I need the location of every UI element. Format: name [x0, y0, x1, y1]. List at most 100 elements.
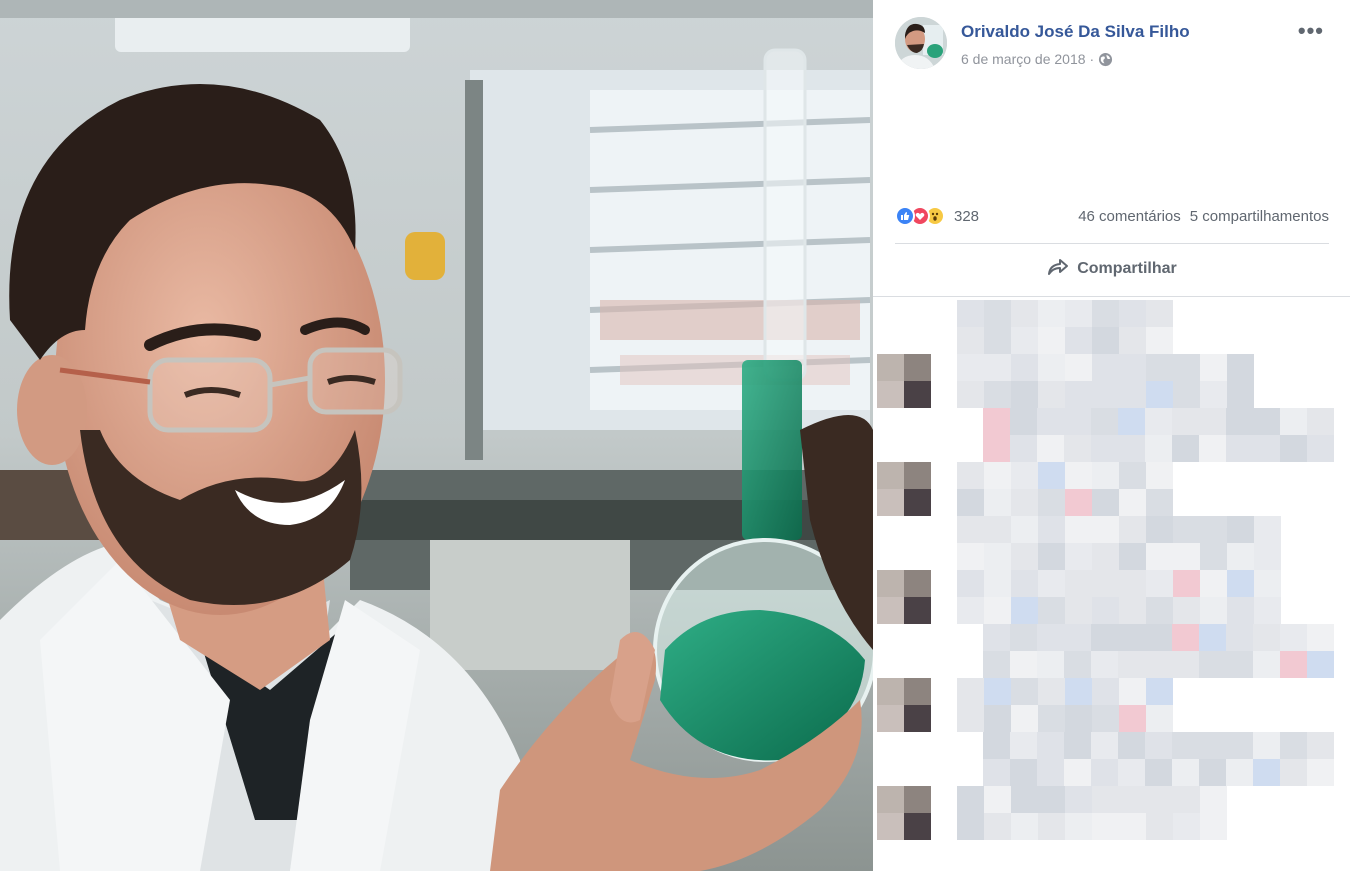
- blurred-comment-pixel: [1038, 300, 1065, 327]
- blurred-comment-pixel: [984, 597, 1011, 624]
- blurred-comment-pixel: [1173, 813, 1200, 840]
- blurred-avatar-pixel: [904, 489, 931, 516]
- avatar-image: [895, 17, 947, 69]
- blurred-comment-pixel: [1065, 516, 1092, 543]
- blurred-comment-pixel: [957, 354, 984, 381]
- blurred-comment-pixel: [1091, 408, 1118, 435]
- blurred-comment-pixel: [1253, 651, 1280, 678]
- blurred-comment-pixel: [984, 516, 1011, 543]
- blurred-comment-pixel: [1092, 705, 1119, 732]
- blurred-comment-pixel: [1010, 651, 1037, 678]
- blurred-comment-pixel: [1146, 705, 1173, 732]
- blurred-comment-pixel: [1199, 435, 1226, 462]
- blurred-comment-pixel: [1280, 732, 1307, 759]
- blurred-comment-pixel: [1307, 624, 1334, 651]
- blurred-comment-pixel: [1064, 408, 1091, 435]
- blurred-comment-pixel: [1065, 597, 1092, 624]
- blurred-comment-pixel: [1146, 354, 1173, 381]
- blurred-comment-pixel: [1037, 435, 1064, 462]
- blurred-comment-pixel: [1146, 570, 1173, 597]
- comments-count-link[interactable]: 46 comentários: [1078, 208, 1181, 225]
- blurred-comment-pixel: [1038, 786, 1065, 813]
- like-icon: [895, 206, 915, 226]
- blurred-comment-pixel: [1146, 462, 1173, 489]
- blurred-comment-pixel: [1226, 732, 1253, 759]
- blurred-comment-pixel: [1200, 516, 1227, 543]
- meta-separator: ·: [1089, 51, 1095, 67]
- blurred-comment-pixel: [1065, 354, 1092, 381]
- globe-icon[interactable]: [1098, 52, 1113, 67]
- blurred-comment-pixel: [1038, 705, 1065, 732]
- blurred-comment-pixel: [983, 435, 1010, 462]
- blurred-comment-pixel: [1011, 597, 1038, 624]
- blurred-comment-pixel: [1091, 435, 1118, 462]
- reactions-summary[interactable]: 328: [895, 206, 979, 226]
- blurred-comment-pixel: [1064, 732, 1091, 759]
- blurred-comment-pixel: [1253, 624, 1280, 651]
- blurred-comment-pixel: [984, 489, 1011, 516]
- blurred-comment-pixel: [957, 678, 984, 705]
- blurred-comment-pixel: [1146, 678, 1173, 705]
- blurred-avatar-pixel: [904, 813, 931, 840]
- share-label: Compartilhar: [1077, 260, 1177, 277]
- blurred-comment-pixel: [1010, 408, 1037, 435]
- blurred-comment-pixel: [1118, 732, 1145, 759]
- blurred-comment-pixel: [1280, 435, 1307, 462]
- blurred-comment-pixel: [1119, 570, 1146, 597]
- more-options-icon[interactable]: •••: [1298, 18, 1324, 44]
- post-panel: Orivaldo José Da Silva Filho 6 de março …: [873, 0, 1350, 871]
- author-avatar[interactable]: [895, 17, 947, 69]
- blurred-comment-pixel: [984, 705, 1011, 732]
- blurred-comment-pixel: [1037, 759, 1064, 786]
- blurred-comment-pixel: [984, 786, 1011, 813]
- blurred-comment-pixel: [1091, 732, 1118, 759]
- blurred-comment-pixel: [1011, 543, 1038, 570]
- blurred-comment-pixel: [1011, 678, 1038, 705]
- blurred-comment-pixel: [1227, 543, 1254, 570]
- share-button[interactable]: Compartilhar: [895, 254, 1329, 284]
- blurred-comment-pixel: [1092, 570, 1119, 597]
- blurred-comment-pixel: [1010, 435, 1037, 462]
- blurred-comment-pixel: [1065, 678, 1092, 705]
- blurred-comment-pixel: [1280, 408, 1307, 435]
- share-arrow-icon: [1047, 258, 1069, 281]
- blurred-comment-pixel: [1172, 435, 1199, 462]
- blurred-comment-pixel: [1091, 624, 1118, 651]
- blurred-comment-pixel: [1092, 354, 1119, 381]
- blurred-comment-pixel: [983, 408, 1010, 435]
- blurred-comment-pixel: [1200, 570, 1227, 597]
- author-name-link[interactable]: Orivaldo José Da Silva Filho: [961, 22, 1190, 42]
- blurred-comment-pixel: [1065, 786, 1092, 813]
- blurred-comment-pixel: [1226, 435, 1253, 462]
- blurred-comment-pixel: [1092, 516, 1119, 543]
- blurred-comment-pixel: [1065, 462, 1092, 489]
- blurred-comment-pixel: [1119, 678, 1146, 705]
- blurred-comment-pixel: [1173, 381, 1200, 408]
- blurred-comment-pixel: [1092, 462, 1119, 489]
- blurred-comment-pixel: [1173, 516, 1200, 543]
- blurred-comment-pixel: [1227, 516, 1254, 543]
- blurred-comment-pixel: [957, 462, 984, 489]
- blurred-comment-pixel: [1038, 327, 1065, 354]
- blurred-comment-pixel: [1010, 624, 1037, 651]
- post-date[interactable]: 6 de março de 2018: [961, 51, 1086, 67]
- blurred-comment-pixel: [1173, 354, 1200, 381]
- blurred-comment-pixel: [1011, 516, 1038, 543]
- blurred-avatar-pixel: [877, 705, 904, 732]
- blurred-comment-pixel: [1065, 705, 1092, 732]
- blurred-comment-pixel: [1146, 327, 1173, 354]
- reactions-count: 328: [954, 207, 980, 225]
- blurred-comment-pixel: [1253, 435, 1280, 462]
- blurred-comment-pixel: [984, 570, 1011, 597]
- post-stats: 328 46 comentários 5 compartilhamentos: [895, 204, 1329, 228]
- blurred-comment-pixel: [1146, 543, 1173, 570]
- blurred-comment-pixel: [983, 651, 1010, 678]
- blurred-comment-pixel: [1173, 570, 1200, 597]
- blurred-comment-pixel: [1307, 732, 1334, 759]
- blurred-comment-pixel: [1119, 543, 1146, 570]
- post-photo[interactable]: [0, 0, 873, 871]
- stats-divider: [895, 243, 1329, 244]
- blurred-comment-pixel: [1227, 570, 1254, 597]
- blurred-avatar-pixel: [877, 381, 904, 408]
- shares-count-link[interactable]: 5 compartilhamentos: [1190, 208, 1329, 225]
